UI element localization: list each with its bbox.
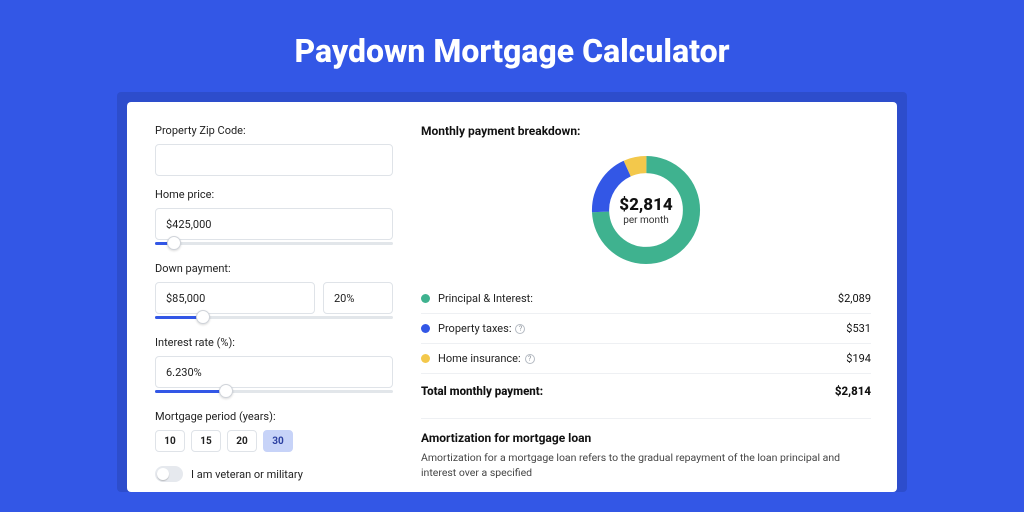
legend-name: Home insurance: ? bbox=[438, 352, 535, 365]
form-panel: Property Zip Code: Home price: Down paym… bbox=[155, 124, 393, 492]
veteran-toggle-row: I am veteran or military bbox=[155, 466, 393, 482]
legend-dot bbox=[421, 324, 430, 333]
home-price-input[interactable] bbox=[155, 208, 393, 240]
info-icon[interactable]: ? bbox=[525, 354, 535, 364]
info-icon[interactable]: ? bbox=[515, 324, 525, 334]
down-payment-label: Down payment: bbox=[155, 262, 393, 275]
donut-zone: $2,814 per month bbox=[421, 144, 871, 280]
legend-name: Property taxes: ? bbox=[438, 322, 525, 335]
donut-chart: $2,814 per month bbox=[586, 150, 706, 270]
interest-label: Interest rate (%): bbox=[155, 336, 393, 349]
period-option-20[interactable]: 20 bbox=[227, 430, 257, 452]
legend-value: $531 bbox=[846, 322, 871, 335]
down-payment-slider[interactable] bbox=[155, 312, 393, 324]
donut-period: per month bbox=[623, 215, 669, 226]
legend-value: $2,089 bbox=[838, 292, 871, 305]
veteran-toggle-label: I am veteran or military bbox=[191, 468, 303, 481]
interest-input[interactable] bbox=[155, 356, 393, 388]
amortization-text: Amortization for a mortgage loan refers … bbox=[421, 451, 871, 480]
down-payment-pct-input[interactable] bbox=[323, 282, 393, 314]
legend-row: Principal & Interest: $2,089 bbox=[421, 284, 871, 314]
period-option-15[interactable]: 15 bbox=[191, 430, 221, 452]
total-label: Total monthly payment: bbox=[421, 384, 543, 398]
legend-dot bbox=[421, 294, 430, 303]
zip-input[interactable] bbox=[155, 144, 393, 176]
legend-row: Property taxes: ? $531 bbox=[421, 314, 871, 344]
amortization-title: Amortization for mortgage loan bbox=[421, 418, 871, 445]
period-field: Mortgage period (years): 10 15 20 30 bbox=[155, 410, 393, 452]
legend-row: Home insurance: ? $194 bbox=[421, 344, 871, 374]
breakdown-panel: Monthly payment breakdown: $2,814 per mo… bbox=[421, 124, 871, 492]
legend-value: $194 bbox=[846, 352, 871, 365]
donut-center: $2,814 per month bbox=[586, 150, 706, 270]
period-option-10[interactable]: 10 bbox=[155, 430, 185, 452]
period-options: 10 15 20 30 bbox=[155, 430, 393, 452]
zip-label: Property Zip Code: bbox=[155, 124, 393, 137]
breakdown-title: Monthly payment breakdown: bbox=[421, 124, 871, 138]
period-option-30[interactable]: 30 bbox=[263, 430, 293, 452]
calculator-card: Property Zip Code: Home price: Down paym… bbox=[127, 102, 897, 492]
zip-field: Property Zip Code: bbox=[155, 124, 393, 176]
donut-amount: $2,814 bbox=[619, 195, 672, 215]
interest-slider[interactable] bbox=[155, 386, 393, 398]
veteran-toggle[interactable] bbox=[155, 466, 183, 482]
slider-thumb[interactable] bbox=[196, 310, 210, 324]
total-value: $2,814 bbox=[835, 384, 871, 398]
down-payment-field: Down payment: bbox=[155, 262, 393, 324]
legend-dot bbox=[421, 354, 430, 363]
card-shadow: Property Zip Code: Home price: Down paym… bbox=[117, 92, 907, 492]
home-price-field: Home price: bbox=[155, 188, 393, 250]
home-price-label: Home price: bbox=[155, 188, 393, 201]
down-payment-amount-input[interactable] bbox=[155, 282, 315, 314]
slider-thumb[interactable] bbox=[167, 236, 181, 250]
legend-name: Principal & Interest: bbox=[438, 292, 533, 305]
period-label: Mortgage period (years): bbox=[155, 410, 393, 423]
page-title: Paydown Mortgage Calculator bbox=[0, 0, 1024, 92]
total-row: Total monthly payment: $2,814 bbox=[421, 374, 871, 410]
legend: Principal & Interest: $2,089 Property taxe… bbox=[421, 284, 871, 374]
interest-field: Interest rate (%): bbox=[155, 336, 393, 398]
home-price-slider[interactable] bbox=[155, 238, 393, 250]
slider-thumb[interactable] bbox=[219, 384, 233, 398]
